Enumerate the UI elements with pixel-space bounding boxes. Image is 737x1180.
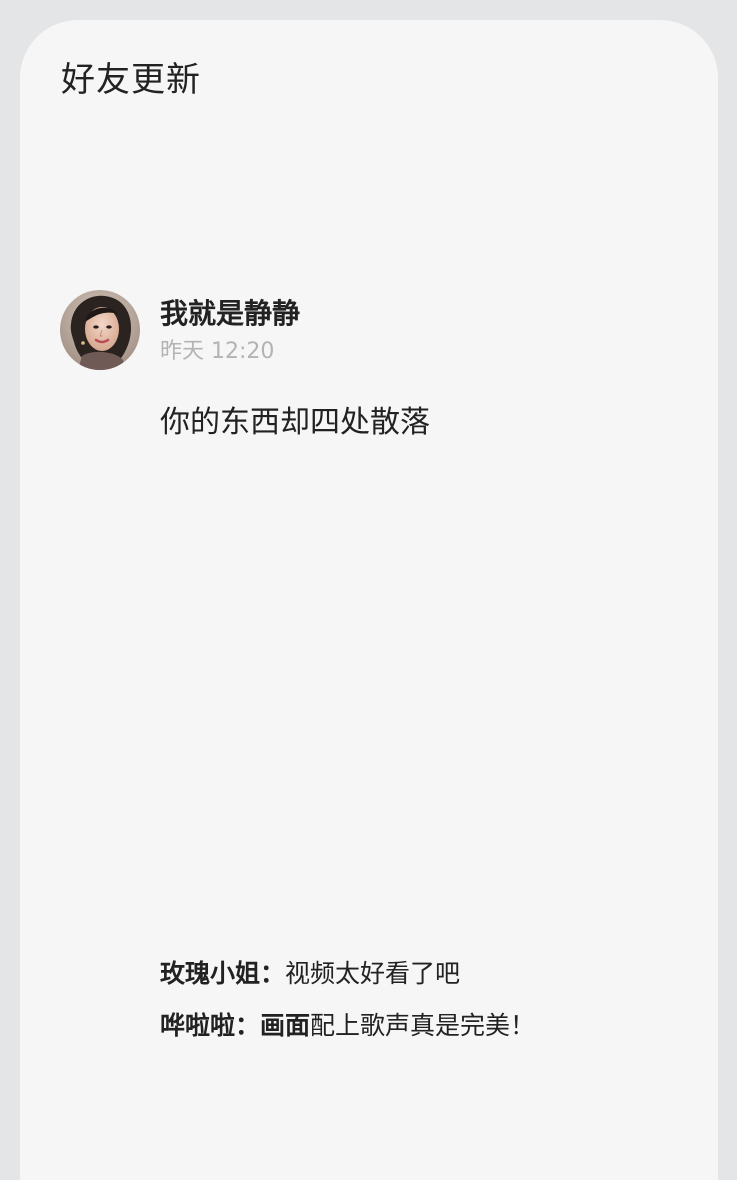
page-title: 好友更新 [61, 60, 201, 100]
comment-list: 玫瑰小姐：视频太好看了吧 哗啦啦：画面配上歌声真是完美！ [160, 948, 700, 1052]
post-timestamp: 昨天 12:20 [160, 339, 275, 364]
user-avatar[interactable] [60, 290, 140, 370]
comment-author[interactable]: 哗啦啦： [160, 1011, 260, 1040]
comment-item[interactable]: 哗啦啦：画面配上歌声真是完美！ [160, 1000, 700, 1052]
screen-frame: 好友更新 我就是静静 昨天 12:20 你的东西却四处散落 玫瑰小姐：视频太好看… [0, 0, 737, 1180]
comment-text: 视频太好看了吧 [285, 959, 461, 988]
comment-author[interactable]: 玫瑰小姐： [160, 959, 285, 988]
comment-text: 配上歌声真是完美！ [310, 1011, 536, 1040]
friend-updates-card: 好友更新 我就是静静 昨天 12:20 你的东西却四处散落 玫瑰小姐：视频太好看… [20, 20, 718, 1180]
avatar-photo-icon [60, 290, 140, 370]
post-username[interactable]: 我就是静静 [160, 296, 300, 332]
comment-highlight: 画面 [260, 1011, 311, 1040]
comment-item[interactable]: 玫瑰小姐：视频太好看了吧 [160, 948, 700, 1000]
post-content: 你的东西却四处散落 [160, 405, 430, 440]
